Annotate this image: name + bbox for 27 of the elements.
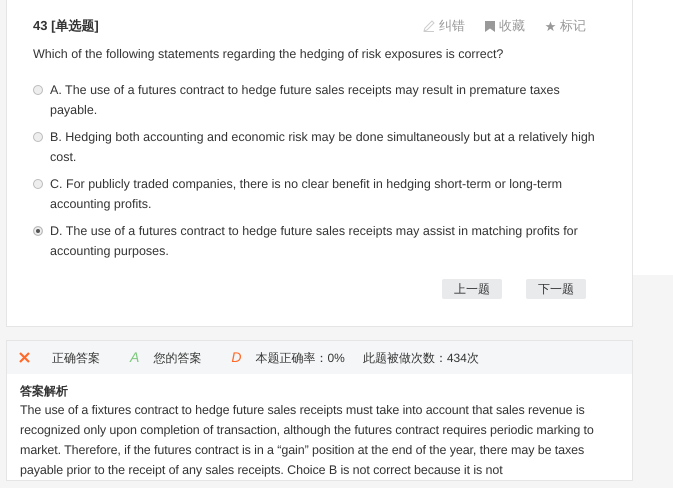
star-icon xyxy=(545,20,556,32)
attempts-text: 此题被做次数：434次 xyxy=(362,350,479,366)
question-number: 43 [单选题] xyxy=(33,17,99,36)
radio-button[interactable] xyxy=(33,132,43,142)
toolbar-button[interactable]: 纠错 xyxy=(423,16,465,36)
option-text: A. The use of a futures contract to hedge future sales receipts may result in premature taxes payable. xyxy=(50,82,561,119)
bookmark-icon xyxy=(485,20,495,32)
cross-icon xyxy=(19,352,30,363)
correct-answer: A xyxy=(130,348,140,367)
explanation-title: 答案解析 xyxy=(20,383,69,400)
radio-button[interactable] xyxy=(33,226,43,236)
option-text: B. Hedging both accounting and economic risk may be done simultaneously but at a relatively high cost. xyxy=(50,128,596,166)
pencil-icon xyxy=(423,20,435,32)
explanation-text: The use of a fixtures contract to hedge future sales receipts must take into account that sales revenue is recognized only upon completion of transaction, although the futures contract requires periodic marking to market. Therefore, if the futures contract is in a “gain” position at the end of the year, there may be taxes payable prior to the receipt of any sales receipts. Choice B is not correct because it is not xyxy=(20,402,595,479)
radio-button[interactable] xyxy=(33,178,43,189)
nav-button[interactable]: 上一题 xyxy=(442,278,502,299)
option-text: D. The use of a futures contract to hedge future sales receipts may assist in matching profits for accounting purposes. xyxy=(50,222,579,260)
your-answer: D xyxy=(231,348,242,367)
question-text: Which of the following statements regarding the hedging of risk exposures is correct? xyxy=(33,46,504,63)
accuracy-text: 本题正确率：0% xyxy=(255,350,345,366)
nav-button[interactable]: 下一题 xyxy=(526,278,586,299)
option-text: C. For publicly traded companies, there is no clear benefit in hedging short-term or long-term accounting profits. xyxy=(50,176,564,213)
toolbar-button[interactable]: 收藏 xyxy=(485,16,525,36)
toolbar-button[interactable]: 标记 xyxy=(545,16,586,36)
your-answer-label: 您的答案 xyxy=(153,350,202,366)
radio-button[interactable] xyxy=(33,84,43,95)
correct-answer-label: 正确答案 xyxy=(52,350,100,366)
